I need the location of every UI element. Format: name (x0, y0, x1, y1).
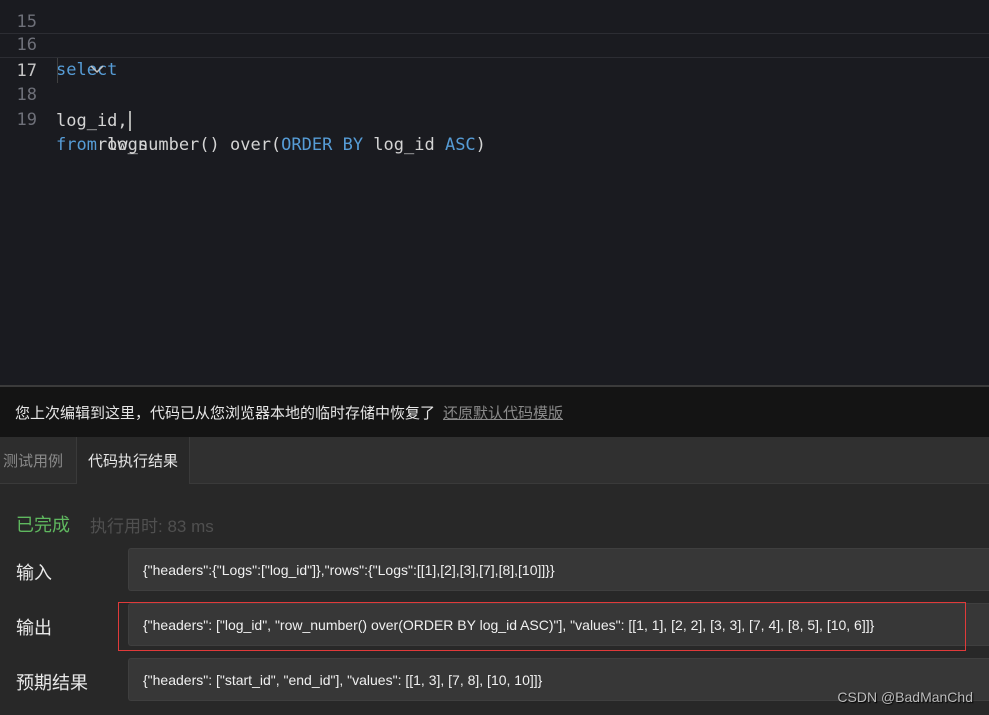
code-token: log_id (363, 135, 445, 155)
code-line[interactable]: 16 select (0, 8, 989, 80)
input-label: 输入 (16, 563, 52, 583)
code-line[interactable]: 19 from logs (0, 83, 989, 155)
execution-time-label: 执行用时: (90, 516, 163, 536)
code-token: ) (475, 135, 486, 155)
tab-test-cases[interactable]: 测试用例 (0, 437, 76, 483)
keyword-asc: ASC (444, 135, 476, 155)
keyword-from: from (56, 135, 97, 155)
output-value-box: {"headers": ["log_id", "row_number() ove… (128, 603, 989, 646)
status-badge: 已完成 (16, 515, 70, 535)
restore-notice: 您上次编辑到这里，代码已从您浏览器本地的临时存储中恢复了 还原默认代码模版 (0, 387, 989, 437)
line-number: 19 (16, 110, 37, 130)
watermark: CSDN @BadManChd (837, 689, 973, 705)
result-tabs: 测试用例 代码执行结果 (0, 437, 989, 484)
output-label: 输出 (16, 618, 52, 638)
input-value-box: {"headers":{"Logs":["log_id"]},"rows":{"… (128, 548, 989, 591)
indent-guide (57, 58, 58, 83)
keyword-order-by: ORDER BY (281, 135, 364, 155)
code-text[interactable]: from logs (56, 133, 148, 158)
tab-execution-result[interactable]: 代码执行结果 (76, 437, 190, 484)
execution-time-value: 83 ms (167, 516, 214, 536)
code-line[interactable]: 18 row_number() over(ORDER BY log_id ASC… (0, 58, 989, 155)
code-token: log_id, (56, 111, 128, 131)
execution-time: 执行用时: 83 ms (90, 512, 214, 537)
execution-status: 已完成 执行用时: 83 ms (16, 511, 214, 537)
notice-text: 您上次编辑到这里，代码已从您浏览器本地的临时存储中恢复了 (15, 404, 436, 422)
code-editor[interactable]: 15 16 select 17 log_id, 18 row_number() … (0, 0, 989, 385)
expected-label: 预期结果 (16, 673, 88, 693)
restore-default-template-link[interactable]: 还原默认代码模版 (443, 402, 563, 423)
code-text[interactable]: log_id, (56, 109, 131, 134)
code-token: logs (96, 135, 149, 155)
text-cursor (128, 111, 131, 131)
code-line-active[interactable]: 17 log_id, (0, 33, 989, 131)
